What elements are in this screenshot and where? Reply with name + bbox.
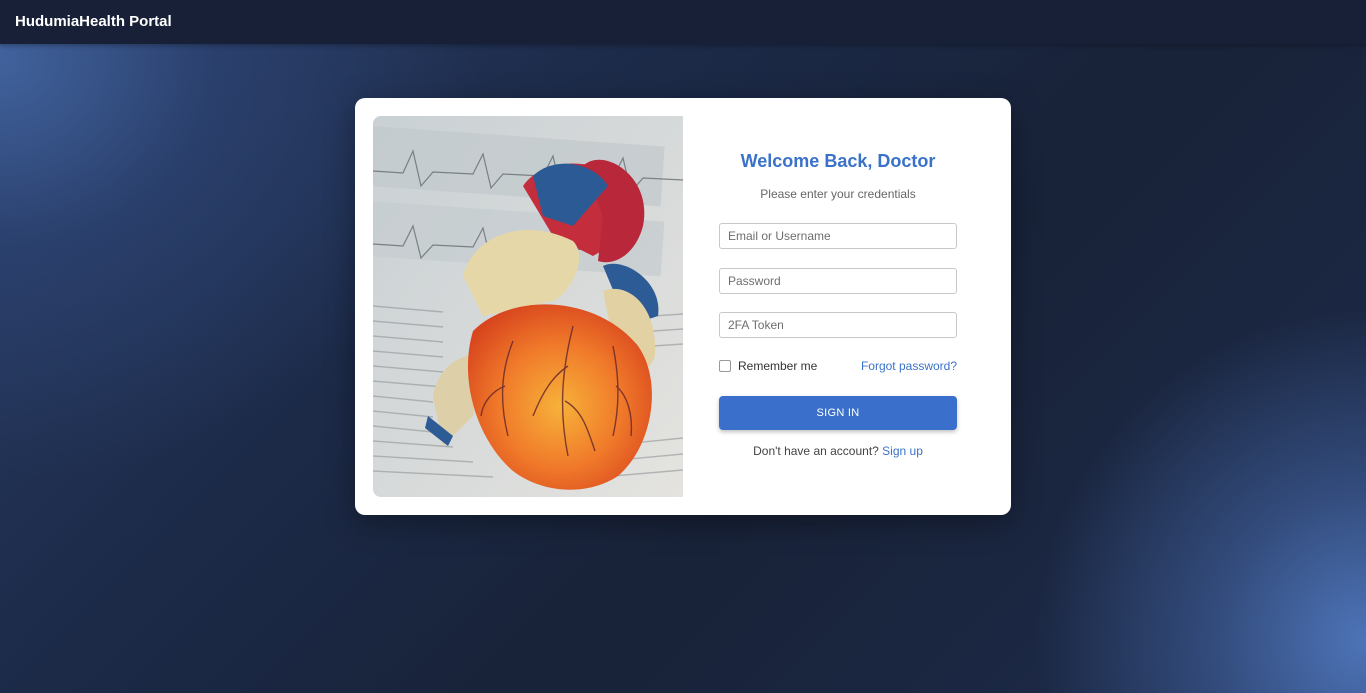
remember-me-checkbox[interactable]: [719, 360, 731, 372]
twofa-token-field[interactable]: [719, 312, 957, 338]
signup-prompt: Don't have an account?: [753, 444, 879, 458]
signup-row: Don't have an account? Sign up: [719, 444, 957, 458]
sign-in-button[interactable]: SIGN IN: [719, 396, 957, 430]
password-field[interactable]: [719, 268, 957, 294]
login-subtitle: Please enter your credentials: [760, 187, 916, 201]
login-title: Welcome Back, Doctor: [740, 151, 936, 171]
top-navbar: HudumiaHealth Portal: [0, 0, 1366, 44]
heart-model-image: [373, 116, 683, 497]
signup-link[interactable]: Sign up: [882, 444, 923, 458]
brand-title[interactable]: HudumiaHealth Portal: [15, 13, 172, 31]
login-card: Welcome Back, Doctor Please enter your c…: [355, 98, 1011, 515]
remember-me-label[interactable]: Remember me: [738, 359, 817, 373]
email-field[interactable]: [719, 223, 957, 249]
remember-me-row[interactable]: Remember me: [719, 359, 817, 373]
login-form: Welcome Back, Doctor Please enter your c…: [719, 98, 957, 515]
forgot-password-link[interactable]: Forgot password?: [861, 359, 957, 373]
